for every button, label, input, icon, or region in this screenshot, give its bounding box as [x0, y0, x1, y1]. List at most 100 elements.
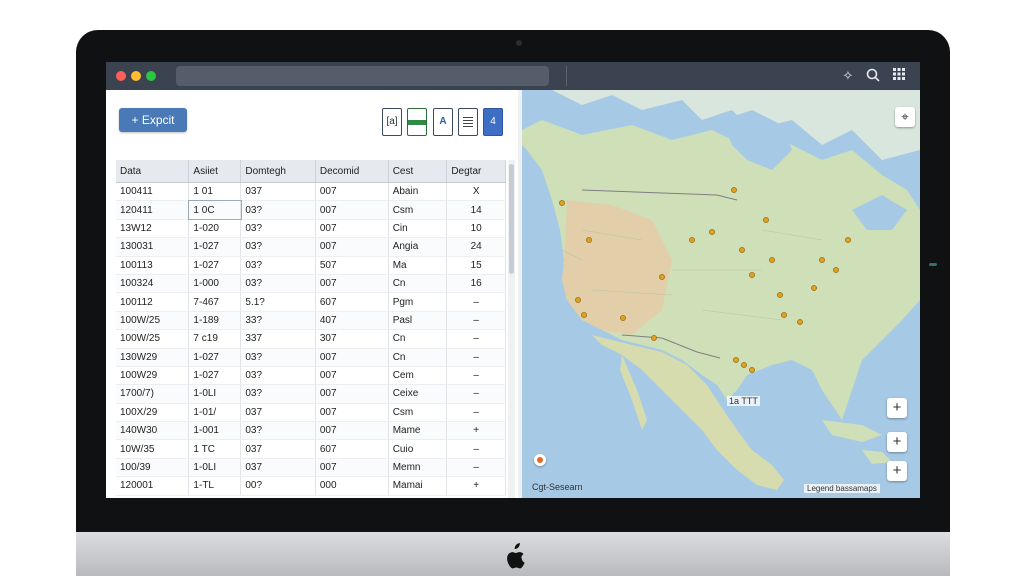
table-cell[interactable]: 007	[315, 182, 389, 202]
table-cell[interactable]: 007	[315, 421, 389, 441]
zoom-in-button[interactable]: +	[887, 398, 907, 418]
table-cell[interactable]: 100W29	[116, 366, 190, 386]
table-cell[interactable]: 1 01	[188, 182, 242, 202]
table-cell[interactable]: Ceixe	[388, 384, 448, 404]
table-cell[interactable]: 007	[315, 458, 389, 478]
table-cell[interactable]: 507	[315, 256, 389, 275]
table-row[interactable]: 130W29 1-027 03? 007 Cn –	[116, 348, 506, 367]
table-cell[interactable]: Cin	[388, 219, 448, 239]
map-marker[interactable]	[659, 274, 665, 280]
table-cell[interactable]: 007	[315, 366, 389, 386]
table-cell[interactable]: 100X/29	[116, 403, 190, 423]
table-cell[interactable]: 1-000	[188, 274, 242, 294]
table-cell[interactable]: 1-189	[188, 311, 242, 331]
table-cell[interactable]: 100324	[116, 274, 190, 294]
map-panel[interactable]: ⌖ 1a TTT + + + Cgt-Sesearn Legend bassam…	[522, 90, 920, 498]
map-marker[interactable]	[739, 247, 745, 253]
table-row[interactable]: 120411 1 0C 03? 007 Csm 14	[116, 199, 506, 221]
map-marker[interactable]	[811, 285, 817, 291]
table-cell[interactable]: 007	[315, 274, 389, 294]
table-cell[interactable]: –	[446, 292, 506, 312]
table-cell[interactable]: Ma	[388, 256, 448, 275]
table-row[interactable]: 10W/35 1 TC 037 607 Cuio –	[116, 439, 506, 459]
table-cell[interactable]: 03?	[240, 348, 316, 367]
zoom-in-button[interactable]: +	[887, 432, 907, 452]
map-marker[interactable]	[749, 272, 755, 278]
table-cell[interactable]: 1-027	[188, 348, 242, 367]
table-cell[interactable]: 10	[446, 219, 506, 239]
minimize-window-button[interactable]	[131, 71, 141, 81]
table-cell[interactable]: Mame	[388, 421, 448, 441]
column-header[interactable]: Cest	[388, 160, 448, 183]
locate-button[interactable]: ⌖	[895, 107, 915, 127]
table-cell[interactable]: 03?	[240, 256, 316, 275]
table-cell[interactable]: 100W/25	[116, 329, 190, 349]
table-row[interactable]: 140W30 1-001 03? 007 Mame +	[116, 421, 506, 441]
map-marker[interactable]	[845, 237, 851, 243]
table-cell[interactable]: 120411	[116, 200, 190, 220]
table-cell[interactable]: 100W/25	[116, 311, 190, 331]
column-header[interactable]: Asiiet	[188, 160, 242, 183]
table-cell[interactable]: 7-467	[188, 292, 242, 312]
table-cell[interactable]: 03?	[240, 237, 316, 257]
table-cell[interactable]: 03?	[240, 421, 316, 441]
table-cell[interactable]: 33?	[240, 311, 316, 331]
table-cell[interactable]: Pgm	[388, 292, 448, 312]
table-cell[interactable]: 7 c19	[188, 329, 242, 349]
map-attribution[interactable]: Legend bassamaps	[804, 484, 880, 493]
table-cell[interactable]: 007	[315, 384, 389, 404]
text-file-icon[interactable]: A	[433, 108, 453, 136]
table-cell[interactable]: 037	[240, 182, 316, 202]
table-cell[interactable]: Cuio	[388, 439, 448, 459]
table-cell[interactable]: 03?	[240, 219, 316, 239]
map-marker[interactable]	[689, 237, 695, 243]
table-cell[interactable]: 03?	[240, 384, 316, 404]
table-cell[interactable]: 03?	[240, 200, 316, 220]
table-cell[interactable]: 407	[315, 311, 389, 331]
table-cell[interactable]: 307	[315, 329, 389, 349]
map-marker[interactable]	[586, 237, 592, 243]
table-cell[interactable]: 007	[315, 200, 389, 220]
table-cell[interactable]: 1-001	[188, 421, 242, 441]
table-cell[interactable]: 1-027	[188, 237, 242, 257]
maximize-window-button[interactable]	[146, 71, 156, 81]
table-cell[interactable]: 16	[446, 274, 506, 294]
table-cell[interactable]: 1-01/	[188, 403, 242, 423]
table-cell[interactable]: Csm	[388, 403, 448, 423]
table-cell[interactable]: Cem	[388, 366, 448, 386]
table-cell[interactable]: 037	[240, 439, 316, 459]
table-cell[interactable]: Cn	[388, 329, 448, 349]
map-marker[interactable]	[575, 297, 581, 303]
table-row[interactable]: 100411 1 01 037 007 Abain X	[116, 182, 506, 202]
table-cell[interactable]: –	[446, 311, 506, 331]
search-icon[interactable]	[865, 68, 881, 84]
address-bar[interactable]	[176, 66, 549, 86]
table-cell[interactable]: –	[446, 384, 506, 404]
table-cell[interactable]: Cn	[388, 274, 448, 294]
table-cell[interactable]: Csm	[388, 200, 448, 220]
map-marker[interactable]	[731, 187, 737, 193]
table-row[interactable]: 13W12 1-020 03? 007 Cin 10	[116, 219, 506, 239]
table-cell[interactable]: 1-027	[188, 366, 242, 386]
scrollbar-thumb[interactable]	[509, 164, 514, 274]
map-marker[interactable]	[781, 312, 787, 318]
table-row[interactable]: 100W29 1-027 03? 007 Cem –	[116, 366, 506, 386]
table-cell[interactable]: 1-TL	[188, 476, 242, 496]
table-cell[interactable]: Mamai	[388, 476, 448, 496]
table-cell[interactable]: 5.1?	[240, 292, 316, 312]
doc-file-icon[interactable]: [a]	[382, 108, 402, 136]
table-cell[interactable]: 1-0LI	[188, 458, 242, 478]
map-marker[interactable]	[769, 257, 775, 263]
table-cell[interactable]: 1700/7)	[116, 384, 190, 404]
table-cell[interactable]: 14	[446, 200, 506, 220]
map-marker[interactable]	[749, 367, 755, 373]
table-cell[interactable]: Angia	[388, 237, 448, 257]
table-cell[interactable]: 1 TC	[188, 439, 242, 459]
table-cell[interactable]: –	[446, 458, 506, 478]
table-cell[interactable]: 1-0LI	[188, 384, 242, 404]
table-cell[interactable]: 00?	[240, 476, 316, 496]
table-scrollbar[interactable]	[508, 160, 515, 498]
table-cell[interactable]: 007	[315, 237, 389, 257]
table-cell[interactable]: 03?	[240, 274, 316, 294]
list-file-icon[interactable]	[458, 108, 478, 136]
